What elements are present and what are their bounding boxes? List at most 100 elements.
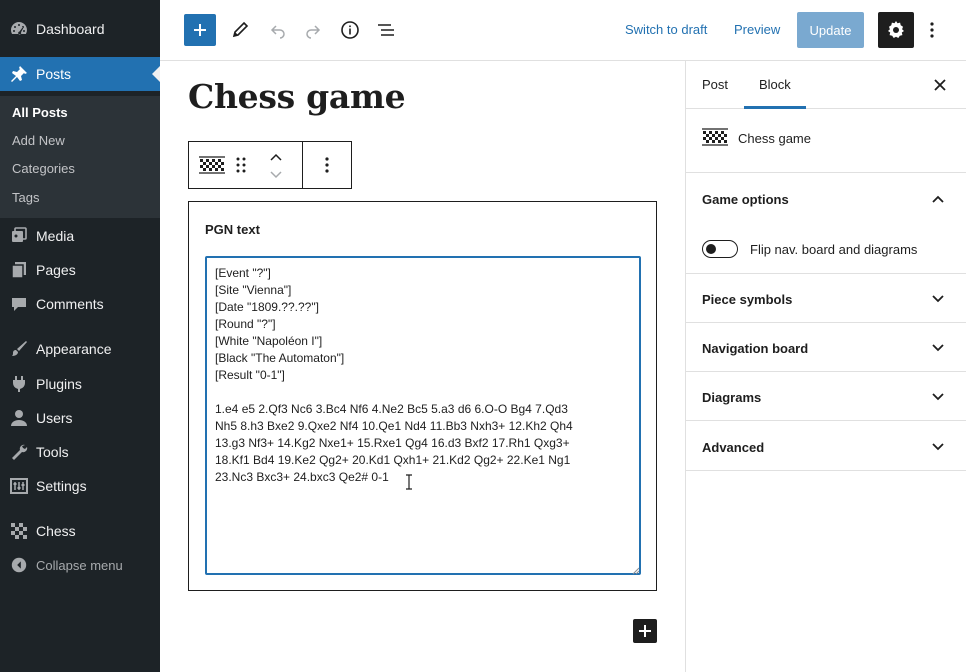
menu-item-media[interactable]: Media (0, 219, 160, 253)
resize-grip-icon[interactable] (632, 567, 640, 575)
menu-label: Dashboard (36, 21, 105, 37)
chevron-up-icon (932, 195, 944, 203)
panel-toggle[interactable] (930, 340, 946, 356)
panel-game-options: Game options Flip nav. board and diagram… (686, 173, 966, 274)
toggle-knob (706, 244, 716, 254)
panel-diagrams[interactable]: Diagrams (686, 372, 966, 421)
paintbrush-icon (9, 339, 29, 359)
menu-item-posts[interactable]: Posts (0, 57, 160, 91)
block-card: Chess game (686, 109, 966, 173)
panel-toggle[interactable] (930, 191, 946, 207)
drag-handle[interactable] (235, 156, 247, 179)
redo-icon (306, 25, 321, 39)
menu-item-chess[interactable]: Chess (0, 514, 160, 548)
drag-handle-icon (236, 157, 246, 173)
flip-board-toggle[interactable] (702, 240, 738, 258)
text-cursor-icon (406, 474, 412, 490)
pages-icon (9, 260, 29, 280)
menu-item-appearance[interactable]: Appearance (0, 332, 160, 366)
chevron-down-icon (932, 393, 944, 401)
plus-icon (639, 625, 651, 637)
chevron-down-icon (932, 295, 944, 303)
editor-header: Switch to draft Preview Update (160, 0, 966, 61)
submenu-categories[interactable]: Categories (12, 161, 75, 176)
more-vertical-icon (930, 22, 934, 38)
undo-icon (270, 25, 285, 39)
panel-piece-symbols[interactable]: Piece symbols (686, 274, 966, 323)
plugins-icon (9, 374, 29, 394)
options-menu-button[interactable] (920, 14, 944, 46)
menu-item-dashboard[interactable]: Dashboard (0, 12, 160, 46)
wrench-icon (9, 442, 29, 462)
tools-button[interactable] (224, 14, 256, 46)
dashboard-icon (9, 19, 29, 39)
more-vertical-icon (325, 157, 329, 173)
pin-icon (9, 64, 29, 84)
pencil-icon (232, 21, 249, 38)
comments-icon (9, 294, 29, 314)
menu-item-plugins[interactable]: Plugins (0, 367, 160, 401)
chevron-up-icon (270, 153, 282, 161)
list-view-icon (378, 24, 394, 36)
list-view-button[interactable] (370, 14, 402, 46)
submenu-add-new[interactable]: Add New (12, 133, 65, 148)
panel-navigation-board[interactable]: Navigation board (686, 323, 966, 372)
info-icon (341, 21, 359, 39)
preview-button[interactable]: Preview (734, 22, 780, 37)
collapse-menu-button[interactable]: Collapse menu (0, 548, 160, 582)
menu-label: Users (36, 410, 73, 426)
settings-sidebar: Post Block Chess game Game options Flip … (685, 61, 966, 672)
update-button[interactable]: Update (797, 12, 864, 48)
menu-label: Plugins (36, 376, 82, 392)
switch-to-draft-button[interactable]: Switch to draft (625, 22, 707, 37)
chess-game-block[interactable]: PGN text [Event "?"] [Site "Vienna"] [Da… (188, 201, 657, 591)
tab-block[interactable]: Block (759, 77, 791, 92)
move-up-button[interactable] (269, 150, 283, 168)
menu-label: Posts (36, 66, 72, 82)
add-block-button[interactable] (633, 619, 657, 643)
chevron-down-icon (270, 171, 282, 179)
panel-title[interactable]: Game options (702, 192, 789, 207)
close-icon (934, 79, 946, 91)
panel-title: Navigation board (702, 341, 809, 356)
block-options-button[interactable] (325, 157, 329, 178)
tab-post[interactable]: Post (702, 77, 728, 92)
chevron-down-icon (932, 443, 944, 451)
close-sidebar-button[interactable] (930, 75, 950, 95)
chess-icon (9, 521, 29, 541)
panel-toggle[interactable] (930, 439, 946, 455)
redo-button[interactable] (297, 14, 329, 46)
panel-advanced[interactable]: Advanced (686, 421, 966, 471)
menu-label: Media (36, 228, 75, 244)
settings-icon (9, 476, 29, 496)
menu-item-pages[interactable]: Pages (0, 253, 160, 287)
details-button[interactable] (334, 14, 366, 46)
menu-label: Pages (36, 262, 76, 278)
menu-label: Appearance (36, 341, 112, 357)
menu-item-tools[interactable]: Tools (0, 435, 160, 469)
toolbar-separator (302, 142, 303, 188)
submenu-tags[interactable]: Tags (12, 190, 39, 205)
chess-block-icon (199, 156, 225, 174)
menu-label: Chess (36, 523, 76, 539)
menu-item-comments[interactable]: Comments (0, 287, 160, 321)
post-title[interactable]: Chess game (188, 77, 406, 116)
menu-item-users[interactable]: Users (0, 401, 160, 435)
plus-icon (194, 24, 206, 36)
panel-toggle[interactable] (930, 389, 946, 405)
settings-toggle-button[interactable] (878, 12, 914, 48)
panel-title: Piece symbols (702, 292, 793, 307)
block-inserter-button[interactable] (184, 14, 216, 46)
pgn-textarea[interactable]: [Event "?"] [Site "Vienna"] [Date "1809.… (205, 256, 641, 575)
gear-icon (888, 21, 904, 38)
block-toolbar (188, 141, 352, 189)
panel-toggle[interactable] (930, 291, 946, 307)
menu-item-settings[interactable]: Settings (0, 469, 160, 503)
flip-board-label: Flip nav. board and diagrams (750, 242, 918, 257)
menu-label: Tools (36, 444, 69, 460)
move-down-button[interactable] (269, 168, 283, 186)
block-type-button[interactable] (199, 154, 225, 181)
undo-button[interactable] (262, 14, 294, 46)
submenu-all-posts[interactable]: All Posts (12, 105, 68, 120)
admin-sidebar: Dashboard Posts All Posts Add New Catego… (0, 0, 160, 672)
